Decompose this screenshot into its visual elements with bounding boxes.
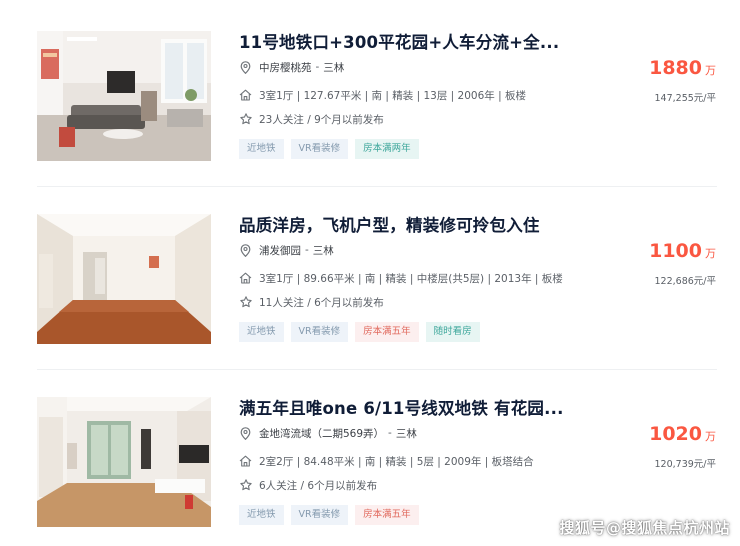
listing-follow-3: 6人关注 / 6个月以前发布	[239, 477, 377, 493]
listing-unit-price-3: 120,739元/平	[654, 459, 717, 470]
listing-price-2: 1100 万	[649, 240, 716, 262]
listing-photo-1[interactable]	[37, 31, 211, 161]
community-link[interactable]: 金地湾流域（二期569弄）	[259, 426, 384, 441]
tag-near-subway: 近地铁	[239, 139, 284, 159]
follow-text: 23人关注 / 9个月以前发布	[259, 113, 384, 126]
listing-details-3: 2室2厅 | 84.48平米 | 南 | 精装 | 5层 | 2009年 | 板…	[239, 453, 534, 469]
listing-follow-1: 23人关注 / 9个月以前发布	[239, 111, 384, 127]
tag-near-subway: 近地铁	[239, 505, 284, 525]
price-value: 1100	[649, 240, 702, 262]
separator: -	[315, 61, 320, 73]
listing-details-1: 3室1厅 | 127.67平米 | 南 | 精装 | 13层 | 2006年 |…	[239, 87, 526, 103]
listing-card-3[interactable]: 满五年且唯one 6/11号线双地铁 有花园... 金地湾流域（二期569弄） …	[0, 366, 740, 536]
details-text: 2室2厅 | 84.48平米 | 南 | 精装 | 5层 | 2009年 | 板…	[259, 455, 534, 468]
price-value: 1020	[649, 423, 702, 445]
house-icon	[239, 89, 252, 102]
district-link[interactable]: 三林	[323, 60, 344, 75]
watermark-text: 搜狐号@搜狐焦点杭州站	[559, 519, 730, 537]
listing-location-1: 中房樱桃苑 - 三林	[239, 59, 344, 75]
tag-anytime-viewing: 随时看房	[425, 322, 480, 342]
price-unit: 万	[705, 247, 716, 260]
price-unit: 万	[705, 430, 716, 443]
listing-card-2[interactable]: 品质洋房，飞机户型，精装修可拎包入住 浦发御园 - 三林 3室1厅 | 89.6…	[0, 183, 740, 353]
price-unit: 万	[705, 64, 716, 77]
follow-text: 6人关注 / 6个月以前发布	[259, 479, 378, 492]
listing-title-1[interactable]: 11号地铁口+300平花园+人车分流+全...	[239, 29, 559, 53]
tag-vr-decoration[interactable]: VR看装修	[290, 322, 349, 342]
listing-tags-2: 近地铁 VR看装修 房本满五年 随时看房	[239, 322, 480, 342]
listing-title-2[interactable]: 品质洋房，飞机户型，精装修可拎包入住	[239, 212, 540, 236]
details-text: 3室1厅 | 89.66平米 | 南 | 精装 | 中楼层(共5层) | 201…	[259, 272, 563, 285]
listing-details-2: 3室1厅 | 89.66平米 | 南 | 精装 | 中楼层(共5层) | 201…	[239, 270, 563, 286]
listing-tags-1: 近地铁 VR看装修 房本满两年	[239, 139, 419, 159]
house-icon	[239, 455, 252, 468]
listing-page: 11号地铁口+300平花园+人车分流+全... 中房樱桃苑 - 三林 3室1厅 …	[0, 0, 740, 546]
listing-location-2: 浦发御园 - 三林	[239, 242, 334, 258]
tag-vr-decoration[interactable]: VR看装修	[290, 505, 349, 525]
community-link[interactable]: 中房樱桃苑	[259, 60, 312, 75]
price-value: 1880	[649, 57, 702, 79]
tag-near-subway: 近地铁	[239, 322, 284, 342]
location-pin-icon	[239, 243, 252, 257]
tag-deed-five-years: 房本满五年	[355, 322, 419, 342]
district-link[interactable]: 三林	[396, 426, 417, 441]
tag-deed-two-years: 房本满两年	[355, 139, 419, 159]
listing-photo-3[interactable]	[37, 397, 211, 527]
star-icon	[239, 113, 252, 126]
listing-unit-price-1: 147,255元/平	[654, 93, 717, 104]
listing-price-3: 1020 万	[649, 423, 716, 445]
details-text: 3室1厅 | 127.67平米 | 南 | 精装 | 13层 | 2006年 |…	[259, 89, 526, 102]
community-link[interactable]: 浦发御园	[259, 243, 301, 258]
tag-deed-five-years: 房本满五年	[355, 505, 419, 525]
separator: -	[388, 427, 392, 439]
follow-text: 11人关注 / 6个月以前发布	[259, 296, 384, 309]
listing-photo-2[interactable]	[37, 214, 211, 344]
star-icon	[239, 479, 252, 492]
star-icon	[239, 296, 252, 309]
tag-vr-decoration[interactable]: VR看装修	[290, 139, 349, 159]
listing-tags-3: 近地铁 VR看装修 房本满五年	[239, 505, 419, 525]
listing-location-3: 金地湾流域（二期569弄） - 三林	[239, 425, 417, 441]
listing-price-1: 1880 万	[649, 57, 716, 79]
location-pin-icon	[239, 426, 252, 440]
location-pin-icon	[239, 60, 252, 74]
house-icon	[239, 272, 252, 285]
listing-unit-price-2: 122,686元/平	[654, 276, 717, 287]
separator: -	[305, 244, 309, 256]
listing-card-1[interactable]: 11号地铁口+300平花园+人车分流+全... 中房樱桃苑 - 三林 3室1厅 …	[0, 0, 740, 170]
district-link[interactable]: 三林	[313, 243, 334, 258]
listing-title-3[interactable]: 满五年且唯one 6/11号线双地铁 有花园...	[239, 395, 564, 419]
listing-follow-2: 11人关注 / 6个月以前发布	[239, 294, 384, 310]
